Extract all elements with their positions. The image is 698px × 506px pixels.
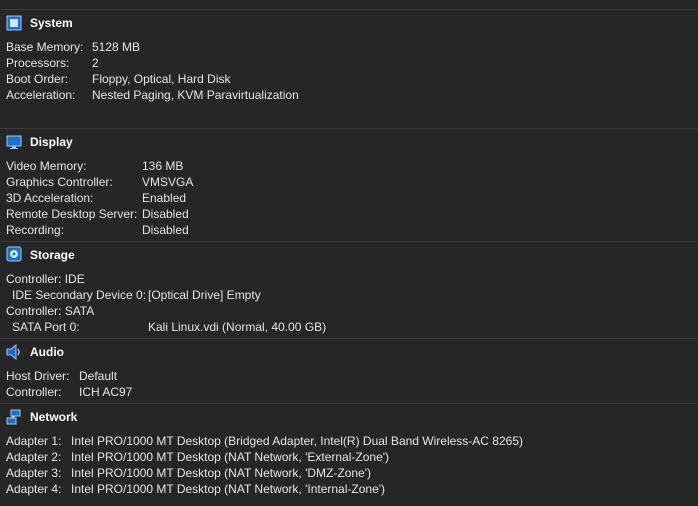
adapter-2-label: Adapter 2: [6, 450, 62, 464]
system-chip-icon [6, 15, 22, 31]
boot-order-label: Boot Order: [6, 72, 69, 86]
sata-controller-label: Controller: SATA [6, 304, 95, 318]
display-section: Display Video Memory: 136 MB Graphics Co… [0, 128, 698, 241]
audio-section: Audio Host Driver: Default Controller: I… [0, 338, 698, 403]
network-header[interactable]: Network [0, 404, 698, 426]
boot-order-value: Floppy, Optical, Hard Disk [92, 72, 231, 86]
adapter-2-value: Intel PRO/1000 MT Desktop (NAT Network, … [71, 450, 390, 464]
recording-label: Recording: [6, 223, 65, 237]
adapter-1-value: Intel PRO/1000 MT Desktop (Bridged Adapt… [71, 434, 523, 448]
speaker-icon [6, 343, 22, 361]
sata-port-value: Kali Linux.vdi (Normal, 40.00 GB) [148, 320, 327, 334]
storage-title: Storage [30, 248, 75, 262]
base-memory-value: 5128 MB [92, 40, 141, 54]
adapter-1-label: Adapter 1: [6, 434, 62, 448]
recording-value: Disabled [142, 223, 189, 237]
host-driver-value: Default [79, 369, 118, 383]
adapter-4-label: Adapter 4: [6, 482, 62, 496]
audio-title: Audio [30, 345, 64, 359]
video-memory-value: 136 MB [142, 159, 184, 173]
network-icon [6, 409, 22, 425]
system-title: System [30, 16, 73, 30]
storage-header[interactable]: Storage [0, 242, 698, 264]
adapter-3-label: Adapter 3: [6, 466, 62, 480]
adapter-3-value: Intel PRO/1000 MT Desktop (NAT Network, … [71, 466, 371, 480]
3d-acceleration-label: 3D Acceleration: [6, 191, 94, 205]
base-memory-label: Base Memory: [6, 40, 84, 54]
audio-controller-value: ICH AC97 [79, 385, 133, 399]
ide-controller-label: Controller: IDE [6, 272, 85, 286]
network-title: Network [30, 410, 78, 424]
network-section: Network Adapter 1: Intel PRO/1000 MT Des… [0, 403, 698, 506]
display-header[interactable]: Display [0, 129, 698, 151]
audio-header[interactable]: Audio [0, 339, 698, 361]
3d-acceleration-value: Enabled [142, 191, 187, 205]
graphics-controller-value: VMSVGA [142, 175, 194, 189]
host-driver-label: Host Driver: [6, 369, 70, 383]
ide-secondary-device-label: IDE Secondary Device 0: [12, 288, 147, 302]
processors-label: Processors: [6, 56, 70, 70]
audio-controller-label: Controller: [6, 385, 62, 399]
adapter-4-value: Intel PRO/1000 MT Desktop (NAT Network, … [71, 482, 386, 496]
system-section: System Base Memory: 5128 MB Processors: … [0, 9, 698, 128]
display-title: Display [30, 135, 73, 149]
remote-desktop-label: Remote Desktop Server: [6, 207, 138, 221]
system-header[interactable]: System [0, 10, 698, 32]
video-memory-label: Video Memory: [6, 159, 87, 173]
remote-desktop-value: Disabled [142, 207, 189, 221]
vm-details-panel: System Base Memory: 5128 MB Processors: … [0, 0, 698, 506]
graphics-controller-label: Graphics Controller: [6, 175, 113, 189]
storage-section: Storage Controller: IDE IDE Secondary De… [0, 241, 698, 338]
processors-value: 2 [92, 56, 99, 70]
acceleration-value: Nested Paging, KVM Paravirtualization [92, 88, 299, 102]
ide-secondary-device-value: [Optical Drive] Empty [148, 288, 261, 302]
acceleration-label: Acceleration: [6, 88, 76, 102]
hard-disk-icon [6, 246, 22, 262]
sata-port-label: SATA Port 0: [12, 320, 80, 334]
monitor-icon [6, 134, 22, 150]
